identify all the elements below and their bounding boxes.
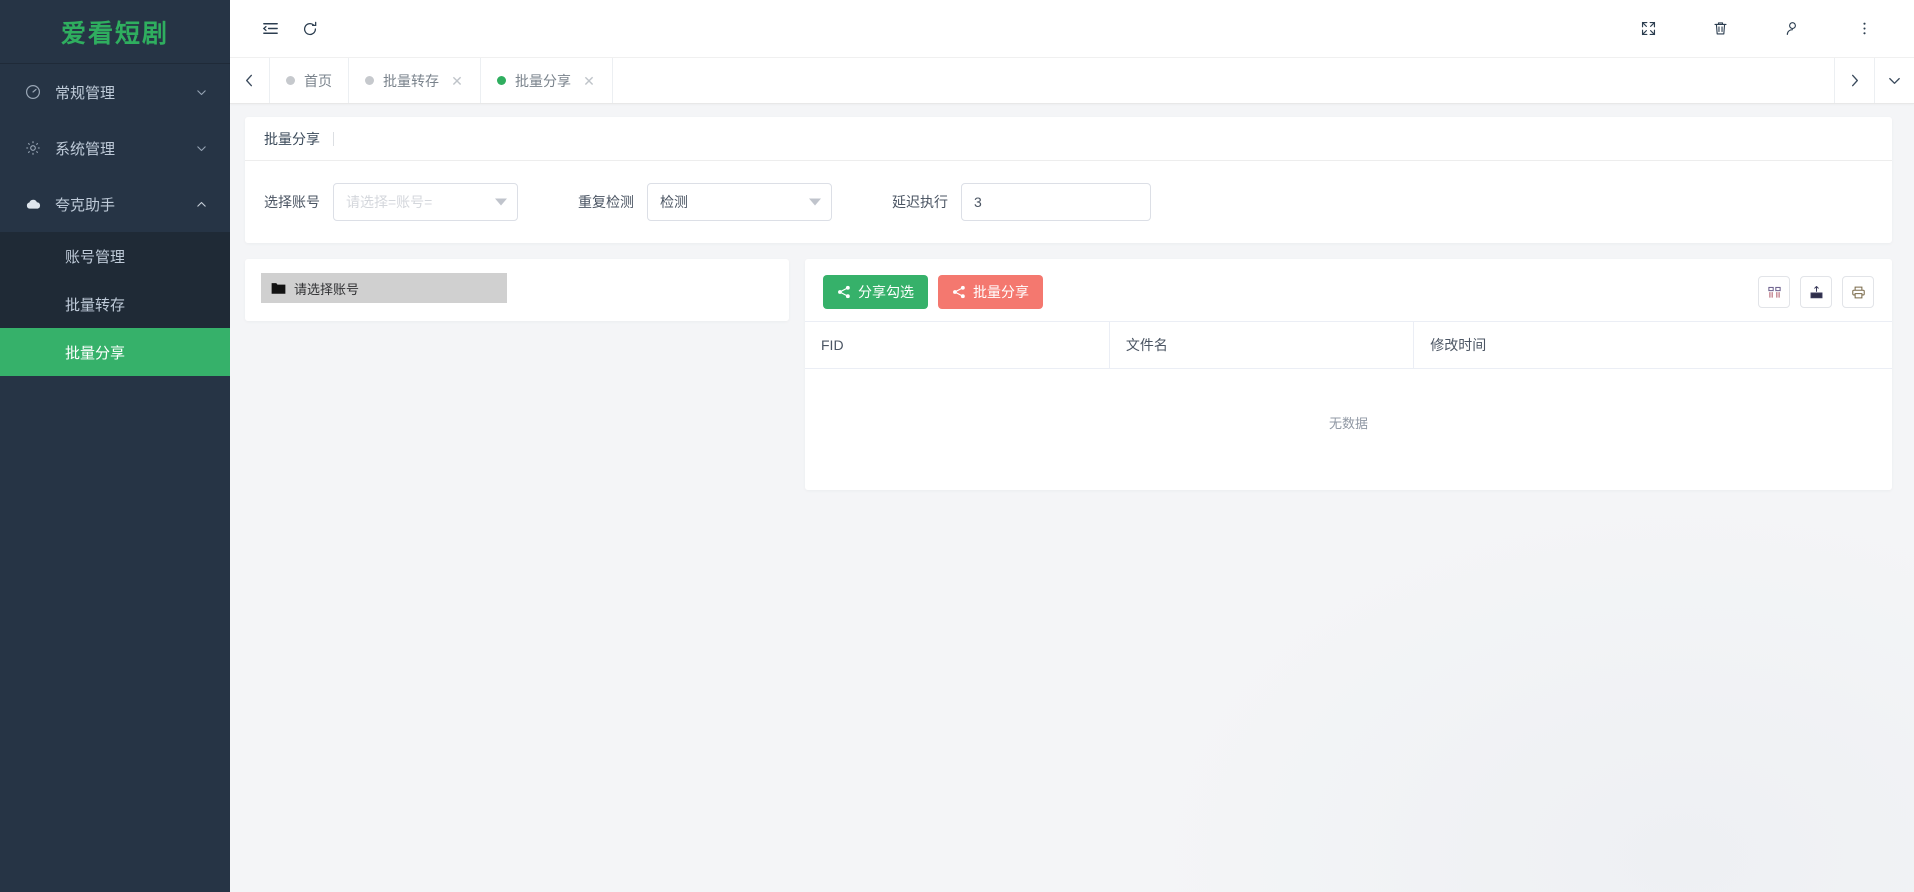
table-empty-row: 无数据 xyxy=(805,369,1892,481)
sidebar-group-label: 夸克助手 xyxy=(55,194,195,215)
share-selected-label: 分享勾选 xyxy=(858,282,914,302)
tabs-bar: 首页 批量转存 ✕ 批量分享 ✕ xyxy=(230,58,1914,104)
sidebar-menu: 常规管理 系统管理 xyxy=(0,64,230,376)
tab-batch-share[interactable]: 批量分享 ✕ xyxy=(481,58,613,103)
tab-status-dot xyxy=(497,76,506,85)
refresh-icon[interactable] xyxy=(290,9,330,49)
chevron-up-icon xyxy=(195,198,208,211)
sidebar: 爱看短剧 常规管理 xyxy=(0,0,230,892)
batch-share-button[interactable]: 批量分享 xyxy=(938,275,1043,309)
table-col-filename[interactable]: 文件名 xyxy=(1109,322,1413,369)
sidebar-group-label: 系统管理 xyxy=(55,138,195,159)
tree-root-label: 请选择账号 xyxy=(294,279,359,298)
sidebar-group-system[interactable]: 系统管理 xyxy=(0,120,230,176)
table-header-row: FID 文件名 修改时间 xyxy=(805,322,1892,369)
table-col-fid[interactable]: FID xyxy=(805,322,1109,369)
tab-home[interactable]: 首页 xyxy=(270,58,349,103)
sidebar-item-batch-share[interactable]: 批量分享 xyxy=(0,328,230,376)
chevron-down-icon xyxy=(809,199,821,206)
share-table: FID 文件名 修改时间 无数据 xyxy=(805,321,1892,480)
table-body: 无数据 xyxy=(805,369,1892,481)
sidebar-item-batch-transfer[interactable]: 批量转存 xyxy=(0,280,230,328)
share-icon xyxy=(952,285,966,299)
duplicate-check-value: 检测 xyxy=(660,192,688,212)
delay-input-value: 3 xyxy=(974,194,982,210)
sidebar-item-account-management[interactable]: 账号管理 xyxy=(0,232,230,280)
delay-input[interactable]: 3 xyxy=(961,183,1151,221)
chevron-down-icon xyxy=(195,86,208,99)
tabs-scroll-left-button[interactable] xyxy=(230,58,270,103)
sidebar-group-quark[interactable]: 夸克助手 xyxy=(0,176,230,232)
trash-icon[interactable] xyxy=(1700,9,1740,49)
tree-root-node[interactable]: 请选择账号 xyxy=(261,273,507,303)
user-icon[interactable] xyxy=(1772,9,1812,49)
sidebar-item-label: 账号管理 xyxy=(65,246,125,267)
tab-status-dot xyxy=(365,76,374,85)
filter-form: 选择账号 请选择=账号= 重复检测 检测 xyxy=(245,161,1892,243)
navbar-actions xyxy=(1628,9,1884,49)
batch-share-label: 批量分享 xyxy=(973,282,1029,302)
page-title: 批量分享 xyxy=(264,132,334,146)
field-account: 选择账号 请选择=账号= xyxy=(264,183,518,221)
table-toolbar: 分享勾选 批量分享 xyxy=(805,259,1892,321)
field-duplicate-check: 重复检测 检测 xyxy=(578,183,832,221)
tab-close-icon[interactable]: ✕ xyxy=(582,74,596,88)
sidebar-submenu-quark: 账号管理 批量转存 批量分享 xyxy=(0,232,230,376)
account-select-placeholder: 请选择=账号= xyxy=(346,192,432,212)
tabs-dropdown-button[interactable] xyxy=(1874,58,1914,103)
table-col-modified-time[interactable]: 修改时间 xyxy=(1414,322,1892,369)
cloud-icon xyxy=(22,196,44,213)
app-root: 爱看短剧 常规管理 xyxy=(0,0,1914,892)
chevron-down-icon xyxy=(495,199,507,206)
gauge-icon xyxy=(22,84,44,100)
brand-logo[interactable]: 爱看短剧 xyxy=(0,0,230,64)
table-head: FID 文件名 修改时间 xyxy=(805,322,1892,369)
more-vertical-icon[interactable] xyxy=(1844,9,1884,49)
sidebar-item-label: 批量转存 xyxy=(65,294,125,315)
card-header: 批量分享 xyxy=(245,117,1892,161)
top-navbar xyxy=(230,0,1914,58)
tab-batch-transfer[interactable]: 批量转存 ✕ xyxy=(349,58,481,103)
tabs-scroll-right-button[interactable] xyxy=(1834,58,1874,103)
columns-icon[interactable] xyxy=(1758,276,1790,308)
chevron-down-icon xyxy=(195,142,208,155)
fullscreen-icon[interactable] xyxy=(1628,9,1668,49)
account-select[interactable]: 请选择=账号= xyxy=(333,183,518,221)
file-tree-card: 请选择账号 xyxy=(245,259,789,321)
tab-close-icon[interactable]: ✕ xyxy=(450,74,464,88)
filter-card: 批量分享 选择账号 请选择=账号= 重复检测 检测 xyxy=(245,117,1892,243)
field-label-account: 选择账号 xyxy=(264,192,320,212)
field-label-delay: 延迟执行 xyxy=(892,192,948,212)
tab-label: 首页 xyxy=(304,71,332,91)
tabs-list: 首页 批量转存 ✕ 批量分享 ✕ xyxy=(270,58,1834,103)
duplicate-check-select[interactable]: 检测 xyxy=(647,183,832,221)
tab-label: 批量转存 xyxy=(383,71,439,91)
brand-name: 爱看短剧 xyxy=(61,14,169,50)
tab-status-dot xyxy=(286,76,295,85)
sidebar-group-general[interactable]: 常规管理 xyxy=(0,64,230,120)
share-icon xyxy=(837,285,851,299)
lower-panels: 请选择账号 分享勾选 xyxy=(245,259,1892,490)
export-icon[interactable] xyxy=(1800,276,1832,308)
tab-label: 批量分享 xyxy=(515,71,571,91)
menu-fold-icon[interactable] xyxy=(250,9,290,49)
share-table-card: 分享勾选 批量分享 xyxy=(805,259,1892,490)
main-area: 首页 批量转存 ✕ 批量分享 ✕ xyxy=(230,0,1914,892)
print-icon[interactable] xyxy=(1842,276,1874,308)
tabs-tools xyxy=(1834,58,1914,103)
page-content: 批量分享 选择账号 请选择=账号= 重复检测 检测 xyxy=(230,104,1914,892)
field-delay: 延迟执行 3 xyxy=(892,183,1151,221)
sidebar-group-label: 常规管理 xyxy=(55,82,195,103)
field-label-duplicate-check: 重复检测 xyxy=(578,192,634,212)
gear-icon xyxy=(22,140,44,156)
folder-icon xyxy=(271,282,286,295)
share-selected-button[interactable]: 分享勾选 xyxy=(823,275,928,309)
table-empty-text: 无数据 xyxy=(805,369,1892,481)
sidebar-item-label: 批量分享 xyxy=(65,342,125,363)
